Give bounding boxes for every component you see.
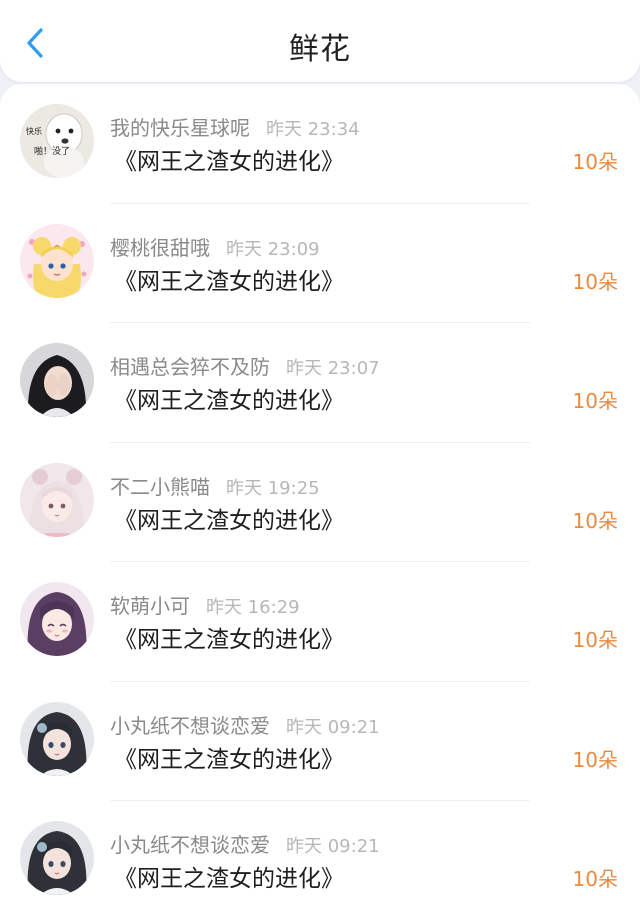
flower-amount: 10朵 xyxy=(572,150,618,174)
list-item[interactable]: 快乐 啪！没了 我的快乐星球呢 昨天 23:34 《网王之渣女的进化》 10朵 xyxy=(0,84,640,204)
book-title[interactable]: 《网王之渣女的进化》 xyxy=(114,381,344,415)
flower-amount: 10朵 xyxy=(572,628,618,652)
purple-hair-anime-girl-avatar[interactable] xyxy=(20,582,94,656)
username[interactable]: 软萌小可 xyxy=(110,594,190,618)
meta-line: 小丸纸不想谈恋爱 昨天 09:21 xyxy=(110,829,380,858)
page-title: 鲜花 xyxy=(289,32,351,67)
avatar-caption: 快乐 xyxy=(26,126,42,136)
flower-amount: 10朵 xyxy=(572,747,618,772)
list-item[interactable]: 软萌小可 昨天 16:29 《网王之渣女的进化》 10朵 xyxy=(0,562,640,682)
timestamp: 昨天 23:34 xyxy=(266,119,360,140)
book-title[interactable]: 《网王之渣女的进化》 xyxy=(114,620,344,654)
book-title[interactable]: 《网王之渣女的进化》 xyxy=(114,262,344,296)
top-bar: 鲜花 xyxy=(0,0,640,82)
girl-covering-face-avatar[interactable] xyxy=(20,343,94,417)
meta-line: 软萌小可 昨天 16:29 xyxy=(110,590,300,619)
flower-amount: 10朵 xyxy=(572,389,618,413)
timestamp: 昨天 23:09 xyxy=(226,238,320,260)
list-item[interactable]: 小丸纸不想谈恋爱 昨天 09:21 《网王之渣女的进化》 10朵 xyxy=(0,682,640,802)
book-title[interactable]: 《网王之渣女的进化》 xyxy=(114,859,344,893)
timestamp: 昨天 09:21 xyxy=(286,836,380,857)
meta-line: 樱桃很甜哦 昨天 23:09 xyxy=(110,232,320,261)
timestamp: 昨天 16:29 xyxy=(206,597,300,618)
dog-meme-avatar[interactable]: 快乐 啪！没了 xyxy=(20,104,94,178)
meta-line: 小丸纸不想谈恋爱 昨天 09:21 xyxy=(110,710,380,739)
username[interactable]: 相遇总会猝不及防 xyxy=(110,355,270,379)
flower-gift-list: 快乐 啪！没了 我的快乐星球呢昨天 23:34 《网王之渣女的进化》 10朵 xyxy=(0,84,640,913)
list-item[interactable]: 相遇总会猝不及防 昨天 23:07 《网王之渣女的进化》 10朵 xyxy=(0,323,640,443)
avatar-caption: 啪！没了 xyxy=(34,145,70,157)
book-title[interactable]: 《网王之渣女的进化》 xyxy=(114,740,344,774)
username[interactable]: 小丸纸不想谈恋爱 xyxy=(110,833,270,857)
timestamp: 昨天 09:21 xyxy=(286,716,380,738)
username[interactable]: 不二小熊喵 xyxy=(110,475,210,499)
timestamp: 昨天 19:25 xyxy=(226,477,320,499)
meta-line: 不二小熊喵 昨天 19:25 xyxy=(110,471,320,500)
list-item[interactable]: 不二小熊喵 昨天 19:25 《网王之渣女的进化》 10朵 xyxy=(0,443,640,563)
sailor-moon-avatar[interactable] xyxy=(20,223,94,298)
timestamp: 昨天 23:07 xyxy=(286,358,380,379)
meta-line: 我的快乐星球呢 昨天 23:34 xyxy=(110,112,360,141)
username[interactable]: 小丸纸不想谈恋爱 xyxy=(110,714,270,738)
book-title[interactable]: 《网王之渣女的进化》 xyxy=(114,501,344,535)
anime-girl-dark-hair-avatar[interactable] xyxy=(20,821,94,895)
flower-amount: 10朵 xyxy=(572,269,618,294)
flower-amount: 10朵 xyxy=(572,867,618,891)
book-title[interactable]: 《网王之渣女的进化》 xyxy=(114,142,344,176)
username[interactable]: 我的快乐星球呢 xyxy=(110,116,250,140)
flower-amount: 10朵 xyxy=(572,508,618,533)
username[interactable]: 樱桃很甜哦 xyxy=(110,236,210,260)
list-item[interactable]: 樱桃很甜哦 昨天 23:09 《网王之渣女的进化》 10朵 xyxy=(0,204,640,324)
anime-girl-dark-hair-avatar[interactable] xyxy=(20,701,94,776)
meta-line: 相遇总会猝不及防 昨天 23:07 xyxy=(110,351,380,380)
pink-bear-girl-avatar[interactable] xyxy=(20,462,94,537)
list-item[interactable]: 小丸纸不想谈恋爱 昨天 09:21 《网王之渣女的进化》 10朵 xyxy=(0,801,640,913)
